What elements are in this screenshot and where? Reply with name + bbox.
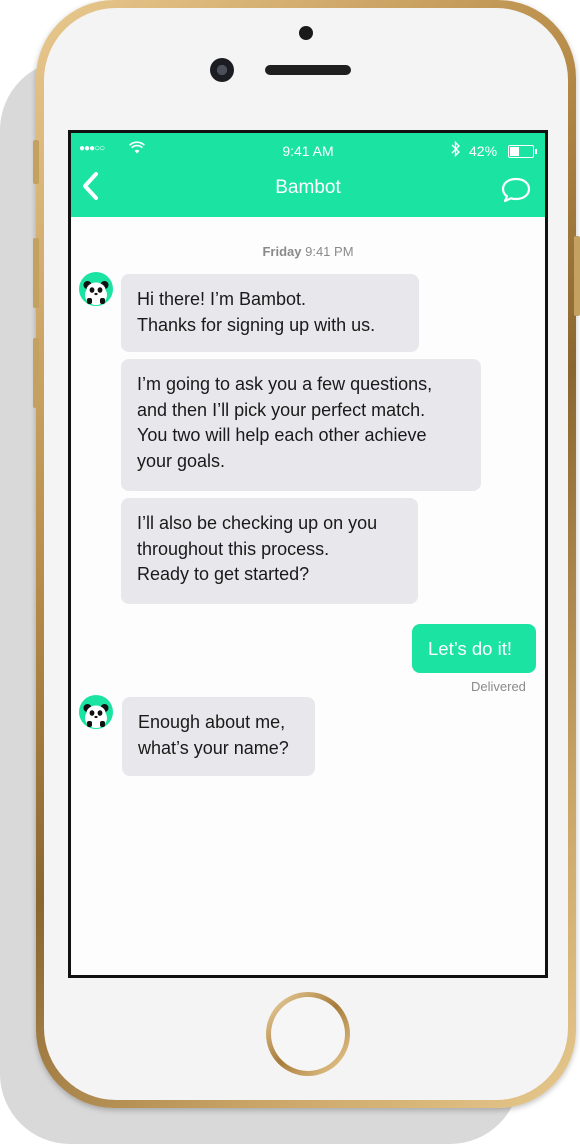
timestamp-day: Friday [262,244,302,259]
user-message-bubble[interactable]: Let’s do it! [412,624,536,673]
navigation-bar: ●●●○○ 9:41 AM 42% Bambot [71,133,545,217]
front-camera [210,58,234,82]
proximity-sensor [299,26,313,40]
chat-screen: ●●●○○ 9:41 AM 42% Bambot Friday 9:41 PM … [71,133,545,975]
bambot-avatar[interactable] [79,272,113,306]
status-bar: ●●●○○ 9:41 AM 42% [71,140,545,161]
home-button[interactable] [266,992,350,1076]
volume-down-button [33,338,39,408]
conversation-timestamp: Friday 9:41 PM [71,244,545,259]
bot-message-bubble[interactable]: I’ll also be checking up on you througho… [121,498,418,604]
power-button [574,236,580,316]
bot-message-bubble[interactable]: I’m going to ask you a few questions, an… [121,359,481,491]
chat-title: Bambot [275,177,341,198]
timestamp-time: 9:41 PM [305,244,354,259]
bot-message-bubble[interactable]: Hi there! I’m Bambot. Thanks for signing… [121,274,419,352]
mute-switch [33,140,39,184]
battery-percent: 42% [469,143,498,159]
volume-up-button [33,238,39,308]
screen-bezel: ●●●○○ 9:41 AM 42% Bambot Friday 9:41 PM … [68,130,548,978]
delivered-status: Delivered [471,679,526,694]
bot-message-bubble[interactable]: Enough about me, what’s your name? [122,697,315,776]
bambot-avatar[interactable] [79,695,113,729]
battery-icon [508,145,537,158]
earpiece-speaker [265,65,351,75]
bluetooth-icon [451,140,461,160]
chat-bubble-icon[interactable] [501,177,531,203]
